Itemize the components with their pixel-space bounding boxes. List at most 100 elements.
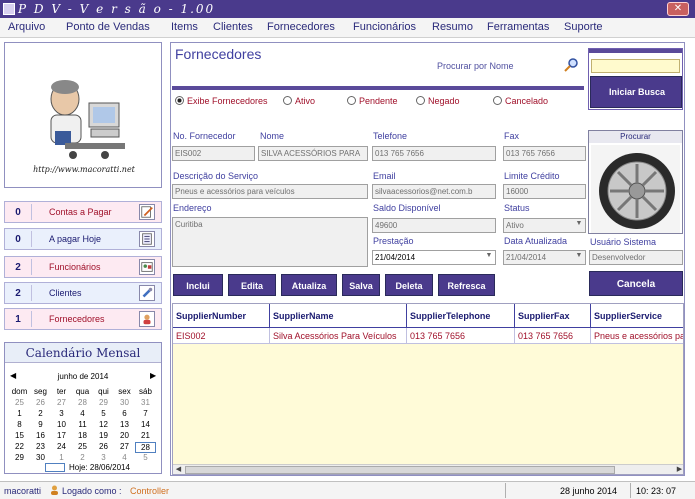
column-header[interactable]: SupplierName [270,304,407,328]
calendar-day[interactable]: 5 [93,409,114,418]
menu-fornecedores[interactable]: Fornecedores [267,21,335,33]
endereco-field[interactable]: Curitiba [172,217,368,267]
table-cell[interactable]: 013 765 7656 [407,328,515,344]
calendar-day[interactable]: 25 [72,442,93,451]
search-icon[interactable] [564,58,578,72]
calendar-day[interactable]: 7 [135,409,156,418]
calendar-day-today[interactable]: 28 [135,442,156,453]
today-label[interactable]: Hoje: 28/06/2014 [69,463,130,472]
calendar-day[interactable]: 10 [51,420,72,429]
calendar-day[interactable]: 24 [51,442,72,451]
calendar-day[interactable]: 3 [51,409,72,418]
calendar-day[interactable]: 30 [30,453,51,462]
filter-pendente[interactable]: Pendente [347,96,398,106]
refresca-button[interactable]: Refresca [438,274,495,296]
calendar-day[interactable]: 27 [51,398,72,407]
calendar-day[interactable]: 20 [114,431,135,440]
menu-ponto-de-vendas[interactable]: Ponto de Vendas [66,21,150,33]
atualiza-button[interactable]: Atualiza [281,274,337,296]
calendar-day[interactable]: 31 [135,398,156,407]
filter-exibe-fornecedores[interactable]: Exibe Fornecedores [175,96,268,106]
calendar-day[interactable]: 30 [114,398,135,407]
summary-funcionarios[interactable]: 2 Funcionários [4,256,162,278]
deleta-button[interactable]: Deleta [385,274,433,296]
nome-field[interactable]: SILVA ACESSÓRIOS PARA [258,146,368,161]
calendar-day[interactable]: 1 [51,453,72,462]
limite-field[interactable]: 16000 [503,184,586,199]
calendar-day[interactable]: 5 [135,453,156,462]
calendar-day[interactable]: 29 [93,398,114,407]
no-fornecedor-field[interactable]: EIS002 [172,146,255,161]
table-cell[interactable]: Pneus e acessórios pa [591,328,683,344]
calendar-day[interactable]: 16 [30,431,51,440]
calendar-day[interactable]: 29 [9,453,30,462]
calendar-day[interactable]: 27 [114,442,135,451]
calendar-day[interactable]: 12 [93,420,114,429]
calendar-day[interactable]: 8 [9,420,30,429]
calendar-day[interactable]: 17 [51,431,72,440]
calendar-day[interactable]: 2 [30,409,51,418]
column-header[interactable]: SupplierNumber [173,304,270,328]
saldo-field[interactable]: 49600 [372,218,496,233]
filter-negado[interactable]: Negado [416,96,460,106]
calendar-day[interactable]: 1 [9,409,30,418]
column-header[interactable]: SupplierFax [515,304,591,328]
scrollbar-thumb[interactable] [185,466,615,474]
calendar-day[interactable]: 28 [72,398,93,407]
calendar-day[interactable]: 26 [30,398,51,407]
calendar-day[interactable]: 15 [9,431,30,440]
scroll-left-icon[interactable]: ◀ [173,465,184,474]
search-input[interactable] [591,59,680,73]
summary-contas-a-pagar[interactable]: 0 Contas a Pagar [4,201,162,223]
horizontal-scrollbar[interactable]: ◀ ▶ [173,464,683,474]
prestacao-date-field[interactable]: 21/04/2014 ▼ [372,250,496,265]
calendar-day[interactable]: 22 [9,442,30,451]
calendar-day[interactable]: 2 [72,453,93,462]
calendar-day[interactable]: 23 [30,442,51,451]
menu-arquivo[interactable]: Arquivo [8,21,45,33]
data-atualizada-field[interactable]: 21/04/2014 ▼ [503,250,586,265]
salva-button[interactable]: Salva [342,274,380,296]
summary-a-pagar-hoje[interactable]: 0 A pagar Hoje [4,228,162,250]
search-button[interactable]: Iniciar Busca [590,76,682,108]
menu-suporte[interactable]: Suporte [564,21,603,33]
menu-ferramentas[interactable]: Ferramentas [487,21,549,33]
calendar-day[interactable]: 18 [72,431,93,440]
summary-fornecedores[interactable]: 1 Fornecedores [4,308,162,330]
calendar-day[interactable]: 3 [93,453,114,462]
next-month-icon[interactable]: ▶ [150,371,156,380]
email-field[interactable]: silvaacessorios@net.com.b [372,184,496,199]
table-row[interactable]: EIS002 Silva Acessórios Para Veículos 01… [173,328,683,344]
close-button[interactable]: ✕ [667,2,689,16]
calendar-day[interactable]: 14 [135,420,156,429]
calendar-day[interactable]: 21 [135,431,156,440]
filter-ativo[interactable]: Ativo [283,96,315,106]
edita-button[interactable]: Edita [228,274,276,296]
summary-clientes[interactable]: 2 Clientes [4,282,162,304]
column-header[interactable]: SupplierTelephone [407,304,515,328]
menu-clientes[interactable]: Clientes [213,21,253,33]
table-cell[interactable]: EIS002 [173,328,270,344]
calendar-day[interactable]: 6 [114,409,135,418]
scroll-right-icon[interactable]: ▶ [674,465,683,474]
photo-browse-button[interactable]: Procurar [589,131,682,143]
calendar-day[interactable]: 13 [114,420,135,429]
telefone-field[interactable]: 013 765 7656 [372,146,496,161]
calendar-day[interactable]: 4 [72,409,93,418]
menu-items[interactable]: Items [171,21,198,33]
calendar-day[interactable]: 19 [93,431,114,440]
usuario-field[interactable]: Desenvolvedor [589,250,683,265]
menu-resumo[interactable]: Resumo [432,21,473,33]
inclui-button[interactable]: Inclui [173,274,223,296]
calendar-day[interactable]: 9 [30,420,51,429]
calendar-day[interactable]: 25 [9,398,30,407]
table-cell[interactable]: 013 765 7656 [515,328,591,344]
descricao-field[interactable]: Pneus e acessórios para veículos [172,184,368,199]
menu-funcionarios[interactable]: Funcionários [353,21,416,33]
column-header[interactable]: SupplierService [591,304,683,328]
filter-cancelado[interactable]: Cancelado [493,96,548,106]
calendar-day[interactable]: 26 [93,442,114,451]
fax-field[interactable]: 013 765 7656 [503,146,586,161]
table-cell[interactable]: Silva Acessórios Para Veículos [270,328,407,344]
cancela-button[interactable]: Cancela [589,271,683,296]
